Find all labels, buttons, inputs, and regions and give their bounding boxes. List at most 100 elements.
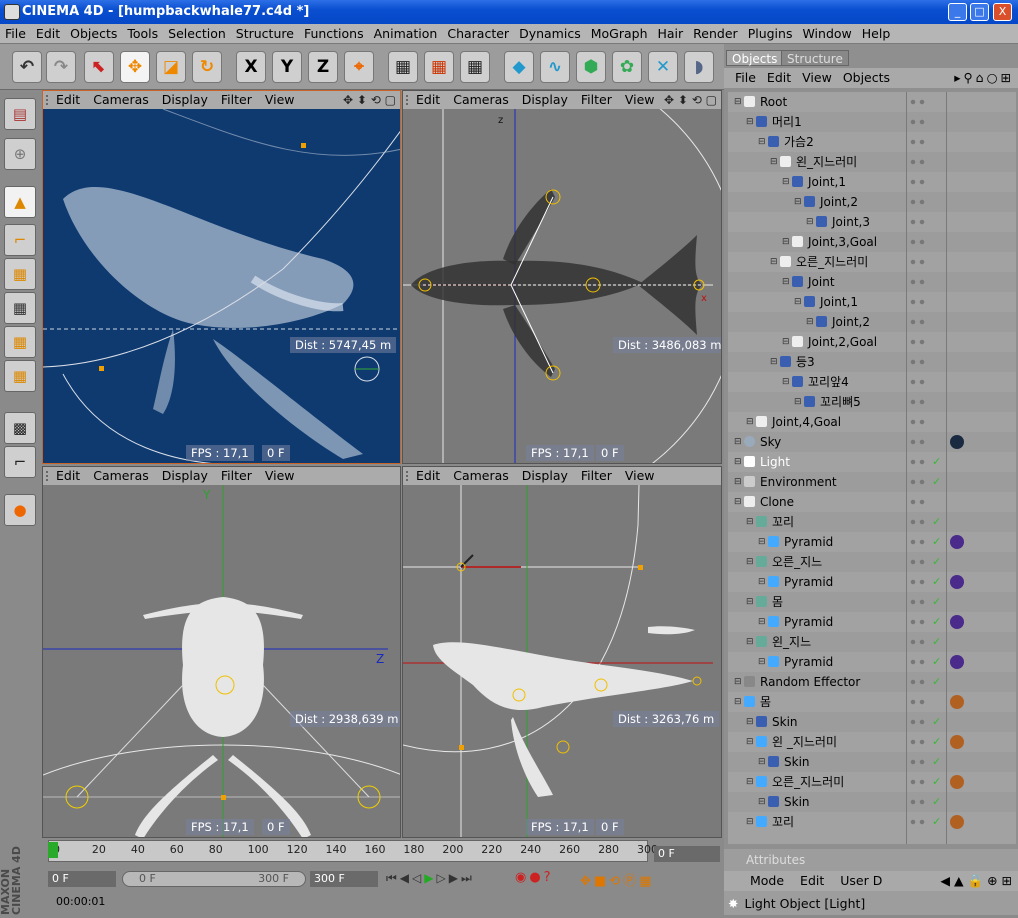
editor-layout-icon[interactable]: ▤	[4, 98, 36, 130]
attr-menu-mode[interactable]: Mode	[750, 873, 784, 888]
visibility-dots-icon[interactable]	[910, 199, 928, 205]
expand-toggle-icon[interactable]: ⊟	[746, 732, 754, 752]
expand-toggle-icon[interactable]: ⊟	[770, 252, 778, 272]
visibility-dots-icon[interactable]	[910, 259, 928, 265]
obj-menu-view[interactable]: View	[802, 70, 832, 85]
enabled-check-icon[interactable]: ✓	[932, 732, 941, 752]
expand-toggle-icon[interactable]: ⊟	[758, 532, 766, 552]
expand-toggle-icon[interactable]: ⊟	[746, 712, 754, 732]
visibility-dots-icon[interactable]	[910, 279, 928, 285]
tree-row[interactable]: ⊟ Joint,4,Goal	[728, 412, 1016, 432]
vp-display[interactable]: Display	[522, 92, 568, 107]
expand-toggle-icon[interactable]: ⊟	[734, 692, 742, 712]
obj-menu-edit[interactable]: Edit	[767, 70, 791, 85]
visibility-dots-icon[interactable]	[910, 659, 928, 665]
expand-toggle-icon[interactable]: ⊟	[746, 632, 754, 652]
attr-menu-edit[interactable]: Edit	[800, 873, 824, 888]
tree-row[interactable]: ⊟ Pyramid ✓	[728, 652, 1016, 672]
vp-edit[interactable]: Edit	[416, 468, 440, 483]
vp-view[interactable]: View	[625, 92, 655, 107]
expand-toggle-icon[interactable]: ⊟	[746, 512, 754, 532]
coordinate-system-icon[interactable]: ⌖	[344, 51, 374, 83]
attr-menu-user-data[interactable]: User D	[840, 873, 882, 888]
tree-row[interactable]: ⊟ 머리1	[728, 112, 1016, 132]
expand-toggle-icon[interactable]: ⊟	[746, 772, 754, 792]
viewport-perspective[interactable]: Edit Cameras Display Filter View ✥ ⬍ ⟲ ▢ Dis…	[42, 90, 401, 464]
expand-toggle-icon[interactable]: ⊟	[746, 592, 754, 612]
end-frame-field[interactable]: 300 F	[310, 871, 378, 887]
viewport-top[interactable]: Edit Cameras Display Filter View ✥ ⬍ ⟲ ▢ z x…	[402, 90, 722, 464]
menu-selection[interactable]: Selection	[163, 24, 231, 41]
enabled-check-icon[interactable]: ✓	[932, 592, 941, 612]
render-picture-icon[interactable]: ▦	[424, 51, 454, 83]
visibility-dots-icon[interactable]	[910, 699, 928, 705]
axis-mode-icon[interactable]: ⌐	[4, 224, 36, 256]
model-mode-icon[interactable]: ▲	[4, 186, 36, 218]
vp-cameras[interactable]: Cameras	[453, 92, 509, 107]
close-button[interactable]: X	[993, 3, 1012, 21]
expand-toggle-icon[interactable]: ⊟	[758, 612, 766, 632]
enabled-check-icon[interactable]: ✓	[932, 512, 941, 532]
tree-row[interactable]: ⊟ Joint,2	[728, 312, 1016, 332]
viewport-nav-icons[interactable]: ✥ ⬍ ⟲ ▢	[660, 91, 717, 109]
texture-mode-icon[interactable]: ▩	[4, 412, 36, 444]
visibility-dots-icon[interactable]	[910, 539, 928, 545]
visibility-dots-icon[interactable]	[910, 239, 928, 245]
viewport-right[interactable]: Edit Cameras Display Filter View Dist : 3263…	[402, 466, 722, 838]
expand-toggle-icon[interactable]: ⊟	[782, 372, 790, 392]
tab-objects[interactable]: Objects	[726, 50, 784, 66]
visibility-dots-icon[interactable]	[910, 819, 928, 825]
tree-row[interactable]: ⊟ Joint,3,Goal	[728, 232, 1016, 252]
x-axis-lock-button[interactable]: X	[236, 51, 266, 83]
tree-row[interactable]: ⊟ Joint,2,Goal	[728, 332, 1016, 352]
tree-row[interactable]: ⊟ Pyramid ✓	[728, 572, 1016, 592]
playhead[interactable]	[48, 842, 58, 858]
obj-menu-file[interactable]: File	[735, 70, 756, 85]
visibility-dots-icon[interactable]	[910, 639, 928, 645]
menu-plugins[interactable]: Plugins	[743, 24, 798, 41]
nurbs-icon[interactable]: ⬢	[576, 51, 606, 83]
enabled-check-icon[interactable]: ✓	[932, 772, 941, 792]
tree-row[interactable]: ⊟ 왼_지느 ✓	[728, 632, 1016, 652]
viewport-nav-icons[interactable]: ✥ ⬍ ⟲ ▢	[339, 91, 396, 109]
visibility-dots-icon[interactable]	[910, 299, 928, 305]
tree-row[interactable]: ⊟ Random Effector ✓	[728, 672, 1016, 692]
tag-icon[interactable]	[950, 815, 964, 829]
vp-view[interactable]: View	[265, 92, 295, 107]
timeline-ruler[interactable]: 0204060801001201401601802002202402602803…	[48, 840, 658, 862]
z-axis-lock-button[interactable]: Z	[308, 51, 338, 83]
menu-help[interactable]: Help	[857, 24, 896, 41]
visibility-dots-icon[interactable]	[910, 739, 928, 745]
tree-row[interactable]: ⊟ 꼬리 ✓	[728, 512, 1016, 532]
tree-row[interactable]: ⊟ Skin ✓	[728, 752, 1016, 772]
array-icon[interactable]: ✿	[612, 51, 642, 83]
tag-icon[interactable]	[950, 615, 964, 629]
tag-icon[interactable]	[950, 735, 964, 749]
expand-toggle-icon[interactable]: ⊟	[734, 92, 742, 112]
expand-toggle-icon[interactable]: ⊟	[746, 412, 754, 432]
visibility-dots-icon[interactable]	[910, 399, 928, 405]
expand-toggle-icon[interactable]: ⊟	[794, 192, 802, 212]
select-arrow-icon[interactable]: ⬉	[84, 51, 114, 83]
expand-toggle-icon[interactable]: ⊟	[734, 472, 742, 492]
tag-icon[interactable]	[950, 535, 964, 549]
tree-row[interactable]: ⊟ Sky	[728, 432, 1016, 452]
tree-row[interactable]: ⊟ Light ✓	[728, 452, 1016, 472]
expand-toggle-icon[interactable]: ⊟	[746, 812, 754, 832]
tree-row[interactable]: ⊟ Skin ✓	[728, 792, 1016, 812]
search-icon[interactable]: ▸⚲⌂○⊞	[954, 68, 1014, 88]
visibility-dots-icon[interactable]	[910, 179, 928, 185]
menu-mograph[interactable]: MoGraph	[586, 24, 653, 41]
polygons-mode-icon[interactable]: ▦	[4, 326, 36, 358]
enabled-check-icon[interactable]: ✓	[932, 712, 941, 732]
playback-controls[interactable]: ⏮◀◁▶▷▶⏭	[386, 871, 475, 886]
tree-row[interactable]: ⊟ Root	[728, 92, 1016, 112]
tree-row[interactable]: ⊟ Environment ✓	[728, 472, 1016, 492]
vp-view[interactable]: View	[265, 468, 295, 483]
tree-row[interactable]: ⊟ 꼬리 ✓	[728, 812, 1016, 832]
enabled-check-icon[interactable]: ✓	[932, 612, 941, 632]
enabled-check-icon[interactable]: ✓	[932, 672, 941, 692]
menu-render[interactable]: Render	[688, 24, 743, 41]
enabled-check-icon[interactable]: ✓	[932, 792, 941, 812]
visibility-dots-icon[interactable]	[910, 599, 928, 605]
